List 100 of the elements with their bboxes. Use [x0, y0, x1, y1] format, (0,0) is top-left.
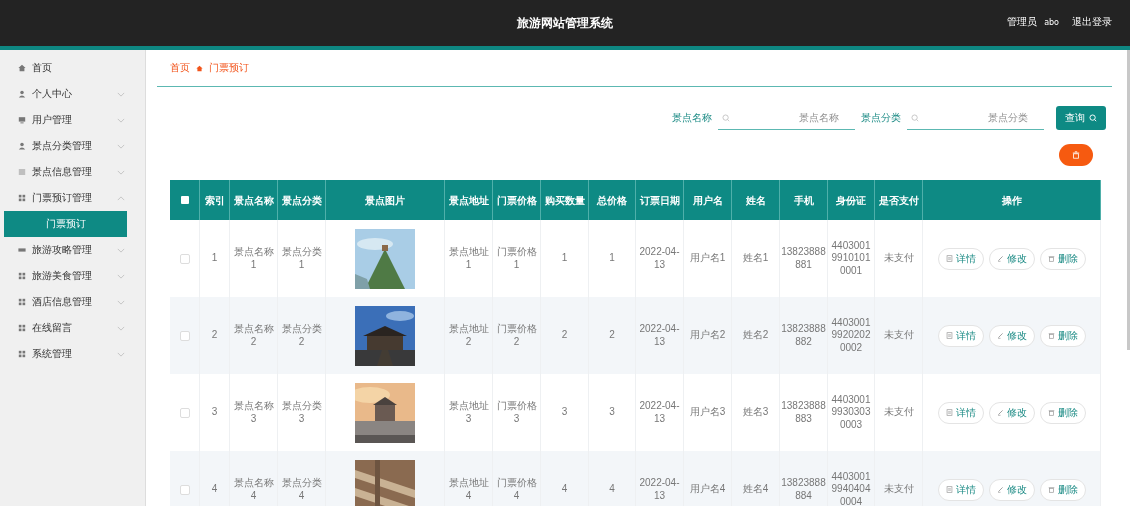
delete-button[interactable]: 删除: [1039, 247, 1086, 270]
column-header: 景点地址: [448, 193, 489, 207]
trash-icon: [1047, 486, 1055, 493]
table-cell: 未支付: [883, 483, 914, 496]
table-cell: 3: [609, 406, 615, 419]
checkbox[interactable]: [179, 330, 190, 341]
sidebar-subitem[interactable]: 门票预订: [4, 211, 127, 237]
table-cell-text: 440300199404040004: [830, 470, 872, 506]
table-cell: 2: [561, 329, 568, 342]
search-label: 景点名称: [672, 111, 712, 125]
delete-button[interactable]: 删除: [1039, 478, 1086, 501]
table-cell-text: 景点地址2: [447, 323, 490, 348]
search-button[interactable]: 查询: [1056, 106, 1106, 130]
document-icon: [945, 486, 953, 493]
column-header: 身份证: [836, 193, 866, 207]
logout-link[interactable]: 退出登录: [1072, 15, 1112, 29]
table-cell-text: 门票价格3: [495, 400, 538, 425]
monitor-icon: [18, 116, 26, 124]
table-cell: 2: [211, 329, 218, 342]
table-cell: 用户名1: [689, 252, 726, 265]
sidebar-item[interactable]: 旅游攻略管理: [0, 237, 145, 263]
details-button[interactable]: 详情: [937, 247, 984, 270]
user-role: 管理员: [1007, 15, 1038, 29]
sidebar-item[interactable]: 景点分类管理: [0, 133, 145, 159]
table-cell: 2: [609, 329, 615, 342]
chevron-icon: [117, 169, 125, 175]
column-header: 订票日期: [639, 193, 680, 207]
sidebar-item[interactable]: 门票预订管理: [0, 185, 145, 211]
sidebar-item[interactable]: 系统管理: [0, 341, 145, 367]
breadcrumb-link[interactable]: 首页: [170, 61, 190, 75]
scrollbar[interactable]: [1127, 50, 1130, 350]
document-icon: [945, 332, 953, 339]
column-header: 景点名称: [233, 193, 274, 207]
table-cell: 13823888882: [781, 323, 826, 348]
chevron-icon: [117, 91, 125, 97]
column-header: 操作: [1001, 193, 1022, 207]
chevron-icon: [117, 299, 125, 305]
table-cell-text: 景点名称3: [232, 400, 275, 425]
details-button[interactable]: 详情: [937, 324, 984, 347]
sidebar-item[interactable]: 用户管理: [0, 107, 145, 133]
column-header: 景点分类: [281, 193, 322, 207]
table-cell: 用户名2: [689, 329, 726, 342]
search-icon: [1089, 114, 1097, 122]
table-cell: 用户名4: [689, 483, 726, 496]
table-cell-text: 景点名称2: [232, 323, 275, 348]
sidebar-item[interactable]: 个人中心: [0, 81, 145, 107]
edit-button[interactable]: 修改: [988, 478, 1035, 501]
grid-icon: [18, 272, 26, 280]
table-cell: 1: [561, 252, 568, 265]
delete-button[interactable]: 删除: [1039, 401, 1086, 424]
table-cell: 姓名4: [742, 483, 769, 496]
grid-icon: [18, 324, 26, 332]
table-cell-text: 景点名称4: [232, 477, 275, 502]
chevron-icon: [117, 325, 125, 331]
search-icon: [722, 114, 730, 122]
table-cell-text: 2022-04-13: [638, 400, 681, 425]
checkbox[interactable]: [180, 196, 189, 204]
chevron-icon: [117, 117, 125, 123]
edit-button[interactable]: 修改: [988, 401, 1035, 424]
checkbox[interactable]: [179, 407, 190, 418]
chevron-icon: [117, 351, 125, 357]
table-cell-text: 门票价格4: [495, 477, 538, 502]
table-cell-text: 440300199202020002: [830, 316, 872, 355]
grid-icon: [18, 350, 26, 358]
delete-button[interactable]: [1059, 144, 1093, 166]
column-header: 总价格: [597, 193, 627, 207]
sidebar-item[interactable]: 景点信息管理: [0, 159, 145, 185]
user-icon: [18, 90, 26, 98]
checkbox[interactable]: [179, 484, 190, 495]
pencil-icon: [996, 409, 1004, 416]
table-cell: 3: [211, 406, 218, 419]
trash-icon: [1047, 332, 1055, 339]
column-header: 购买数量: [544, 193, 585, 207]
table-cell: 姓名1: [742, 252, 769, 265]
delete-button[interactable]: 删除: [1039, 324, 1086, 347]
table-cell: 姓名3: [742, 406, 769, 419]
app-title: 旅游网站管理系统: [517, 14, 613, 32]
search-field[interactable]: 景点分类: [907, 106, 1044, 130]
home-icon: [196, 64, 203, 72]
details-button[interactable]: 详情: [937, 401, 984, 424]
details-button[interactable]: 详情: [937, 478, 984, 501]
table-cell: 4: [609, 483, 615, 496]
search-icon: [911, 114, 919, 122]
table-cell: 姓名2: [742, 329, 769, 342]
table-cell-text: 景点分类3: [280, 400, 323, 425]
sidebar-item[interactable]: 在线留言: [0, 315, 145, 341]
edit-button[interactable]: 修改: [988, 324, 1035, 347]
table-cell: 未支付: [883, 329, 914, 342]
search-field[interactable]: 景点名称: [718, 106, 855, 130]
edit-button[interactable]: 修改: [988, 247, 1035, 270]
table-cell-text: 440300199101010001: [830, 239, 872, 278]
sidebar-item[interactable]: 首页: [0, 55, 145, 81]
checkbox[interactable]: [179, 253, 190, 264]
sidebar-item[interactable]: 旅游美食管理: [0, 263, 145, 289]
table-cell: 13823888881: [781, 246, 826, 271]
chevron-icon: [117, 143, 125, 149]
home-icon: [18, 64, 26, 72]
trash-icon: [1072, 151, 1080, 159]
table-cell: 1: [609, 252, 615, 265]
sidebar-item[interactable]: 酒店信息管理: [0, 289, 145, 315]
